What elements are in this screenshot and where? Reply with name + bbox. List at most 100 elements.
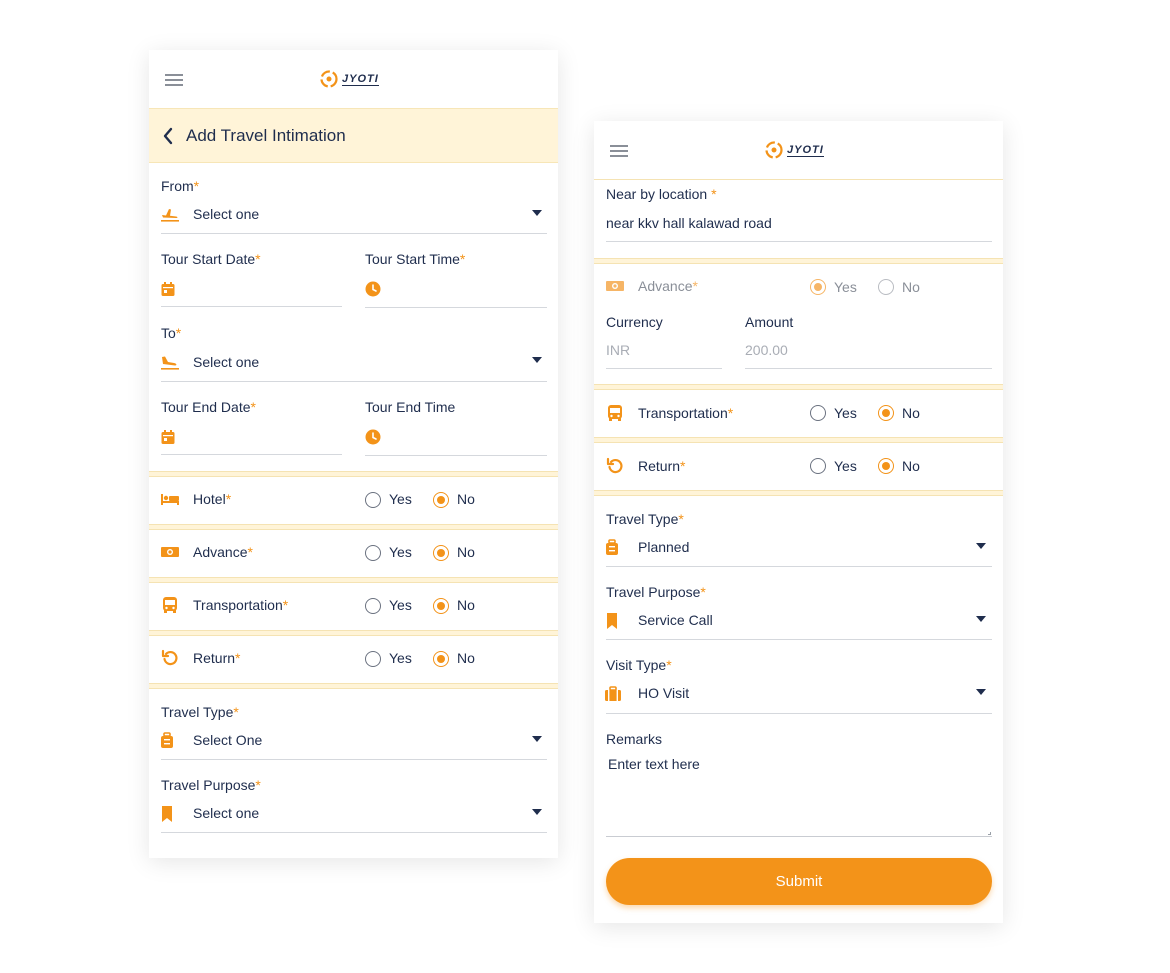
logo: JYOTI [319,68,389,90]
visit-type-label: Visit Type* [606,657,672,673]
calendar-icon[interactable] [158,280,178,298]
clock-icon[interactable] [363,280,383,298]
chevron-down-icon[interactable] [532,736,542,742]
transportation-no-label[interactable]: No [902,405,920,421]
hotel-no-radio[interactable] [433,492,449,508]
section-divider [594,384,1003,390]
chevron-down-icon[interactable] [532,357,542,363]
return-no-radio[interactable] [878,458,894,474]
to-select[interactable]: Select one [193,354,259,370]
logo-text: JYOTI [787,143,824,157]
page-title: Add Travel Intimation [186,126,346,145]
hotel-yes-label[interactable]: Yes [389,491,412,507]
chevron-down-icon[interactable] [532,809,542,815]
tour-start-date-field[interactable] [161,306,342,307]
cash-icon [160,543,180,561]
transportation-yes-label[interactable]: Yes [834,405,857,421]
tour-start-time-field[interactable] [365,307,547,308]
transportation-label: Transportation* [193,597,289,613]
clock-icon[interactable] [363,428,383,446]
submit-button[interactable]: Submit [606,858,992,905]
section-divider [149,577,558,583]
chevron-down-icon[interactable] [532,210,542,216]
transportation-label: Transportation* [638,405,734,421]
return-no-radio[interactable] [433,651,449,667]
top-bar: JYOTI [594,121,1003,179]
advance-no-radio[interactable] [433,545,449,561]
menu-icon[interactable] [610,145,628,157]
advance-label: Advance* [638,278,698,294]
return-yes-radio[interactable] [365,651,381,667]
section-divider [594,258,1003,264]
return-yes-radio[interactable] [810,458,826,474]
to-label: To* [161,325,182,341]
advance-yes-radio[interactable] [810,279,826,295]
hotel-yes-radio[interactable] [365,492,381,508]
advance-yes-radio[interactable] [365,545,381,561]
undo-icon [160,649,180,667]
transportation-yes-radio[interactable] [365,598,381,614]
section-divider [149,471,558,477]
from-label: From* [161,178,200,194]
travel-type-select[interactable]: Planned [638,539,689,555]
transportation-no-radio[interactable] [878,405,894,421]
section-divider [149,630,558,636]
menu-icon[interactable] [165,74,183,86]
bed-icon [160,490,180,508]
bookmark-icon [602,612,622,630]
return-no-label[interactable]: No [457,650,475,666]
resize-handle[interactable] [988,832,991,835]
chevron-down-icon[interactable] [976,543,986,549]
near-by-location-input[interactable]: near kkv hall kalawad road [606,215,772,231]
luggage-icon [157,732,177,750]
travel-purpose-select[interactable]: Select one [193,805,259,821]
transportation-no-label[interactable]: No [457,597,475,613]
top-bar-border [594,179,1003,180]
hotel-label: Hotel* [193,491,232,507]
advance-yes-label[interactable]: Yes [389,544,412,560]
travel-type-select[interactable]: Select One [193,732,262,748]
return-yes-label[interactable]: Yes [834,458,857,474]
transportation-yes-radio[interactable] [810,405,826,421]
tour-end-time-field[interactable] [365,455,547,456]
transportation-no-radio[interactable] [433,598,449,614]
advance-no-radio[interactable] [878,279,894,295]
amount-label: Amount [745,314,794,330]
transportation-yes-label[interactable]: Yes [389,597,412,613]
section-divider [149,683,558,689]
calendar-icon[interactable] [158,428,178,446]
return-no-label[interactable]: No [902,458,920,474]
remarks-textarea[interactable]: Enter text here [608,756,700,772]
plane-landing-icon [160,353,180,371]
currency-underline [606,368,722,369]
currency-label: Currency [606,314,663,330]
return-label: Return* [638,458,686,474]
tour-start-date-label: Tour Start Date* [161,251,261,267]
travel-purpose-select[interactable]: Service Call [638,612,713,628]
logo-icon [765,141,783,159]
advance-no-label[interactable]: No [457,544,475,560]
cash-icon [605,277,625,295]
top-bar: JYOTI [149,50,558,108]
back-icon[interactable] [161,126,175,146]
tour-end-date-field[interactable] [161,454,342,455]
chevron-down-icon[interactable] [976,689,986,695]
logo-text: JYOTI [342,72,379,86]
return-yes-label[interactable]: Yes [389,650,412,666]
currency-input[interactable]: INR [606,342,630,358]
chevron-down-icon[interactable] [976,616,986,622]
advance-label: Advance* [193,544,253,560]
hotel-no-label[interactable]: No [457,491,475,507]
amount-input[interactable]: 200.00 [745,342,788,358]
from-select[interactable]: Select one [193,206,259,222]
return-label: Return* [193,650,241,666]
advance-yes-label[interactable]: Yes [834,279,857,295]
plane-takeoff-icon [160,205,180,223]
bus-icon [605,404,625,422]
right-screen: JYOTI Near by location * near kkv hall k… [594,121,1003,923]
visit-type-select[interactable]: HO Visit [638,685,689,701]
advance-no-label[interactable]: No [902,279,920,295]
title-bar: Add Travel Intimation [149,108,558,163]
briefcase-icon [603,685,623,703]
tour-end-time-label: Tour End Time [365,399,456,415]
